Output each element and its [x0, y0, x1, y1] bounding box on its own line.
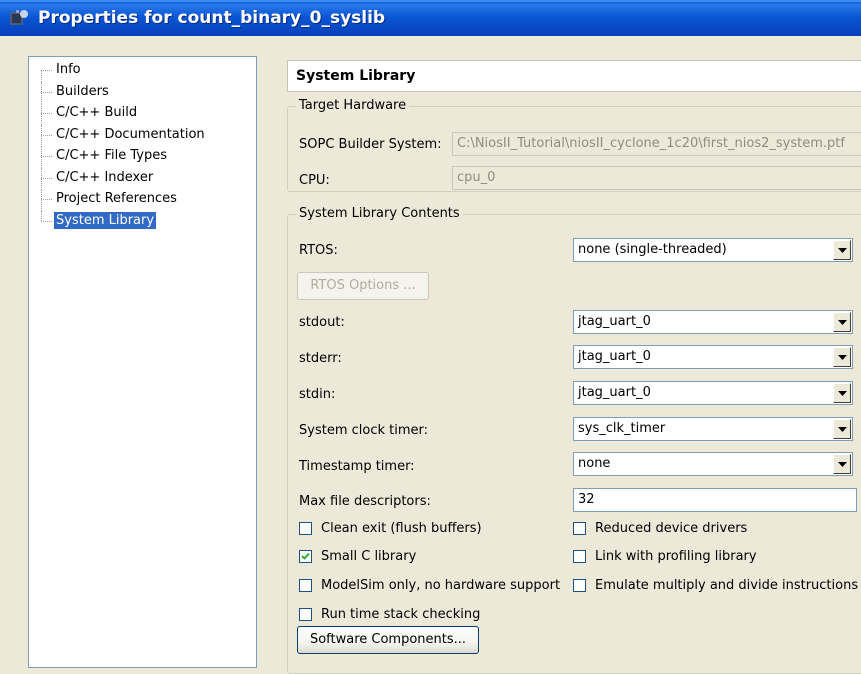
checkbox-label: Emulate multiply and divide instructions	[595, 578, 859, 593]
checkbox-label: Clean exit (flush buffers)	[321, 521, 482, 536]
sys-clk-timer-select[interactable]: sys_clk_timer	[573, 417, 853, 441]
tree-item-system-library[interactable]: System Library	[29, 210, 256, 233]
chevron-down-icon[interactable]	[833, 240, 851, 260]
tree-item-project-references[interactable]: Project References	[29, 189, 256, 211]
tree-item-label: C/C++ Documentation	[56, 126, 205, 142]
software-components-button[interactable]: Software Components...	[297, 626, 479, 654]
tree-item-cpp-build[interactable]: C/C++ Build	[29, 103, 256, 125]
rtos-select[interactable]: none (single-threaded)	[573, 238, 853, 262]
timestamp-timer-label: Timestamp timer:	[299, 459, 415, 474]
tree-connector	[41, 189, 43, 211]
tree-item-label: Project References	[56, 191, 177, 206]
tree-branch	[41, 91, 52, 93]
chevron-down-icon[interactable]	[833, 312, 851, 332]
tree-item-info[interactable]: Info	[29, 60, 256, 82]
rtos-options-button[interactable]: RTOS Options ...	[297, 272, 429, 300]
stdout-select[interactable]: jtag_uart_0	[573, 310, 853, 334]
stdin-select[interactable]: jtag_uart_0	[573, 381, 853, 405]
cpu-label: CPU:	[299, 173, 330, 188]
checkbox-box	[573, 579, 586, 592]
property-page-tree[interactable]: Info Builders C/C++ Build C/C++ Document…	[28, 56, 257, 668]
tree-item-label: C/C++ Indexer	[56, 169, 154, 185]
window-title: Properties for count_binary_0_syslib	[38, 8, 386, 28]
max-file-descriptors-field[interactable]: 32	[573, 488, 857, 512]
rtos-label: RTOS:	[299, 243, 338, 258]
tree-item-label: C/C++ Build	[56, 105, 138, 120]
tree-branch	[41, 113, 52, 114]
tree-connector	[41, 167, 43, 190]
dialog-client: Info Builders C/C++ Build C/C++ Document…	[0, 36, 861, 674]
stderr-select[interactable]: jtag_uart_0	[573, 345, 853, 369]
stdin-value: jtag_uart_0	[578, 385, 651, 400]
tree-connector	[41, 103, 43, 125]
sopc-system-field[interactable]: C:\NiosII_Tutorial\niosII_cyclone_1c20\f…	[452, 132, 861, 156]
timestamp-timer-value: none	[578, 456, 611, 471]
tree-branch	[41, 199, 52, 200]
checkbox-box	[573, 522, 586, 535]
title-bar[interactable]: Properties for count_binary_0_syslib	[0, 0, 861, 36]
chevron-down-icon[interactable]	[833, 454, 851, 474]
tree-branch	[41, 177, 52, 179]
sys-clk-timer-label: System clock timer:	[299, 423, 428, 438]
timestamp-timer-select[interactable]: none	[573, 452, 853, 476]
tree-branch	[41, 220, 52, 222]
sys-clk-timer-value: sys_clk_timer	[578, 421, 666, 436]
tree-branch	[41, 156, 52, 157]
tree-item-label: C/C++ File Types	[56, 148, 167, 163]
tree-item-cpp-documentation[interactable]: C/C++ Documentation	[29, 124, 256, 147]
tree-item-label: System Library	[54, 211, 157, 229]
tree-item-label: Builders	[56, 83, 109, 99]
checkbox-label: ModelSim only, no hardware support	[321, 578, 561, 593]
checkbox-label: Run time stack checking	[321, 607, 481, 622]
checkbox-label: Reduced device drivers	[595, 521, 748, 536]
page-title: System Library	[287, 60, 861, 92]
property-page: System Library Target Hardware SOPC Buil…	[275, 56, 861, 674]
group-title: System Library Contents	[296, 206, 463, 222]
stderr-label: stderr:	[299, 351, 342, 366]
checkbox-box	[299, 550, 312, 563]
eclipse-properties-icon	[10, 9, 30, 27]
tree-connector	[41, 210, 43, 221]
checkmark-icon	[301, 552, 310, 560]
tree-connector	[41, 81, 43, 104]
tree-branch	[41, 134, 52, 136]
sopc-label: SOPC Builder System:	[299, 137, 442, 152]
tree-connector	[41, 124, 43, 147]
group-title: Target Hardware	[296, 98, 410, 114]
tree-item-builders[interactable]: Builders	[29, 81, 256, 104]
checkbox-label: Link with profiling library	[595, 549, 757, 564]
tree-connector	[41, 70, 43, 82]
tree-item-cpp-indexer[interactable]: C/C++ Indexer	[29, 167, 256, 190]
chevron-down-icon[interactable]	[833, 419, 851, 439]
stdin-label: stdin:	[299, 387, 336, 402]
checkbox-box	[299, 608, 312, 621]
chevron-down-icon[interactable]	[833, 383, 851, 403]
tree-item-cpp-file-types[interactable]: C/C++ File Types	[29, 146, 256, 168]
stderr-value: jtag_uart_0	[578, 349, 651, 364]
checkbox-box	[573, 550, 586, 563]
chevron-down-icon[interactable]	[833, 347, 851, 367]
cpu-field[interactable]: cpu_0	[452, 166, 861, 190]
tree-item-label: Info	[56, 62, 81, 77]
checkbox-label: Small C library	[321, 549, 417, 564]
tree-branch	[41, 70, 52, 71]
tree-connector	[41, 146, 43, 168]
max-file-descriptors-label: Max file descriptors:	[299, 494, 431, 509]
rtos-value: none (single-threaded)	[578, 242, 727, 257]
stdout-value: jtag_uart_0	[578, 314, 651, 329]
stdout-label: stdout:	[299, 315, 345, 330]
checkbox-box	[299, 522, 312, 535]
checkbox-box	[299, 579, 312, 592]
